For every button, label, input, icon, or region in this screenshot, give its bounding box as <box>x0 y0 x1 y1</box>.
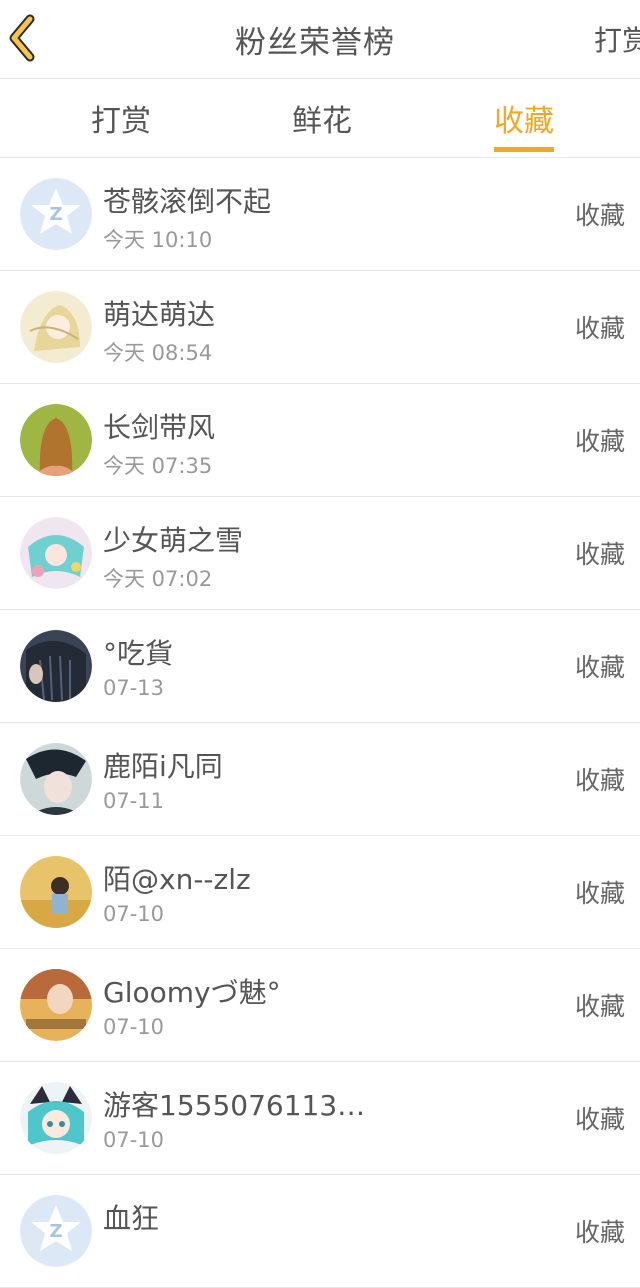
default-star-avatar-icon: Z <box>20 178 92 250</box>
timestamp: 07-11 <box>103 789 165 813</box>
timestamp: 07-13 <box>103 676 165 700</box>
list-item[interactable]: 游客1555076113… 07-10 收藏 <box>0 1062 640 1175</box>
user-name: 血狂 <box>103 1202 160 1235</box>
avatar <box>20 1082 92 1154</box>
tab-label: 鲜花 <box>292 104 352 139</box>
user-name: 苍骸滚倒不起 <box>103 185 272 218</box>
list-item[interactable]: 陌@xn--zlz 07-10 收藏 <box>0 836 640 949</box>
user-name: 少女萌之雪 <box>103 524 244 557</box>
default-star-avatar-icon: Z <box>20 1195 92 1267</box>
avatar: Z <box>20 1195 92 1267</box>
timestamp: 07-10 <box>103 1128 165 1152</box>
user-name: 游客1555076113… <box>103 1089 366 1122</box>
timestamp: 今天 07:35 <box>103 454 213 478</box>
avatar <box>20 856 92 928</box>
avatar <box>20 743 92 815</box>
tab-reward[interactable]: 打赏 <box>41 79 201 157</box>
timestamp: 今天 08:54 <box>103 341 213 365</box>
avatar <box>20 291 92 363</box>
dark-hair-avatar-icon <box>20 630 92 702</box>
active-tab-indicator <box>494 147 554 152</box>
avatar <box>20 517 92 589</box>
list-item[interactable]: 萌达萌达 今天 08:54 收藏 <box>0 271 640 384</box>
user-name: 鹿陌i凡同 <box>103 750 223 783</box>
action-label: 收藏 <box>574 201 625 230</box>
avatar <box>20 969 92 1041</box>
avatar: Z <box>20 178 92 250</box>
list-item[interactable]: 鹿陌i凡同 07-11 收藏 <box>0 723 640 836</box>
tab-label: 打赏 <box>91 104 151 139</box>
girl-back-avatar-icon <box>20 404 92 476</box>
list-item[interactable]: 少女萌之雪 今天 07:02 收藏 <box>0 497 640 610</box>
action-label: 收藏 <box>574 1105 625 1134</box>
action-label: 收藏 <box>574 1218 625 1247</box>
tab-flowers[interactable]: 鲜花 <box>242 79 402 157</box>
svg-text:Z: Z <box>49 204 62 225</box>
user-name: 长剑带风 <box>103 411 216 444</box>
action-label: 收藏 <box>574 427 625 456</box>
anime-girl-avatar-icon <box>20 291 92 363</box>
timestamp: 07-10 <box>103 1015 165 1039</box>
list-item[interactable]: Z 苍骸滚倒不起 今天 10:10 收藏 <box>0 158 640 271</box>
action-label: 收藏 <box>574 879 625 908</box>
user-name: Gloomyづ魅° <box>103 976 281 1009</box>
boy-avatar-icon <box>20 743 92 815</box>
timestamp: 今天 10:10 <box>103 228 213 252</box>
action-label: 收藏 <box>574 540 625 569</box>
fan-list: Z 苍骸滚倒不起 今天 10:10 收藏 萌达萌达 今天 08:54 收藏 长剑… <box>0 158 640 1288</box>
timestamp: 今天 07:02 <box>103 567 213 591</box>
tab-bar: 打赏 鲜花 收藏 <box>0 79 640 158</box>
anime-blue-avatar-icon <box>20 1082 92 1154</box>
user-name: 陌@xn--zlz <box>103 863 251 896</box>
user-name: °吃貨 <box>103 637 174 670</box>
list-item[interactable]: Z 血狂 收藏 <box>0 1175 640 1288</box>
field-avatar-icon <box>20 856 92 928</box>
list-item[interactable]: 长剑带风 今天 07:35 收藏 <box>0 384 640 497</box>
anime-colorful-avatar-icon <box>20 517 92 589</box>
action-label: 收藏 <box>574 314 625 343</box>
avatar <box>20 630 92 702</box>
warm-avatar-icon <box>20 969 92 1041</box>
tab-favorites[interactable]: 收藏 <box>444 79 604 157</box>
svg-text:Z: Z <box>49 1221 62 1242</box>
timestamp: 07-10 <box>103 902 165 926</box>
top-navigation-bar: 粉丝荣誉榜 打赏 <box>0 0 640 79</box>
page-title: 粉丝荣誉榜 <box>235 24 395 61</box>
action-label: 收藏 <box>574 766 625 795</box>
user-name: 萌达萌达 <box>103 298 216 331</box>
action-label: 收藏 <box>574 992 625 1021</box>
action-label: 收藏 <box>574 653 625 682</box>
list-item[interactable]: Gloomyづ魅° 07-10 收藏 <box>0 949 640 1062</box>
tab-label: 收藏 <box>494 104 554 139</box>
reward-button[interactable]: 打赏 <box>594 0 640 78</box>
avatar <box>20 404 92 476</box>
list-item[interactable]: °吃貨 07-13 收藏 <box>0 610 640 723</box>
